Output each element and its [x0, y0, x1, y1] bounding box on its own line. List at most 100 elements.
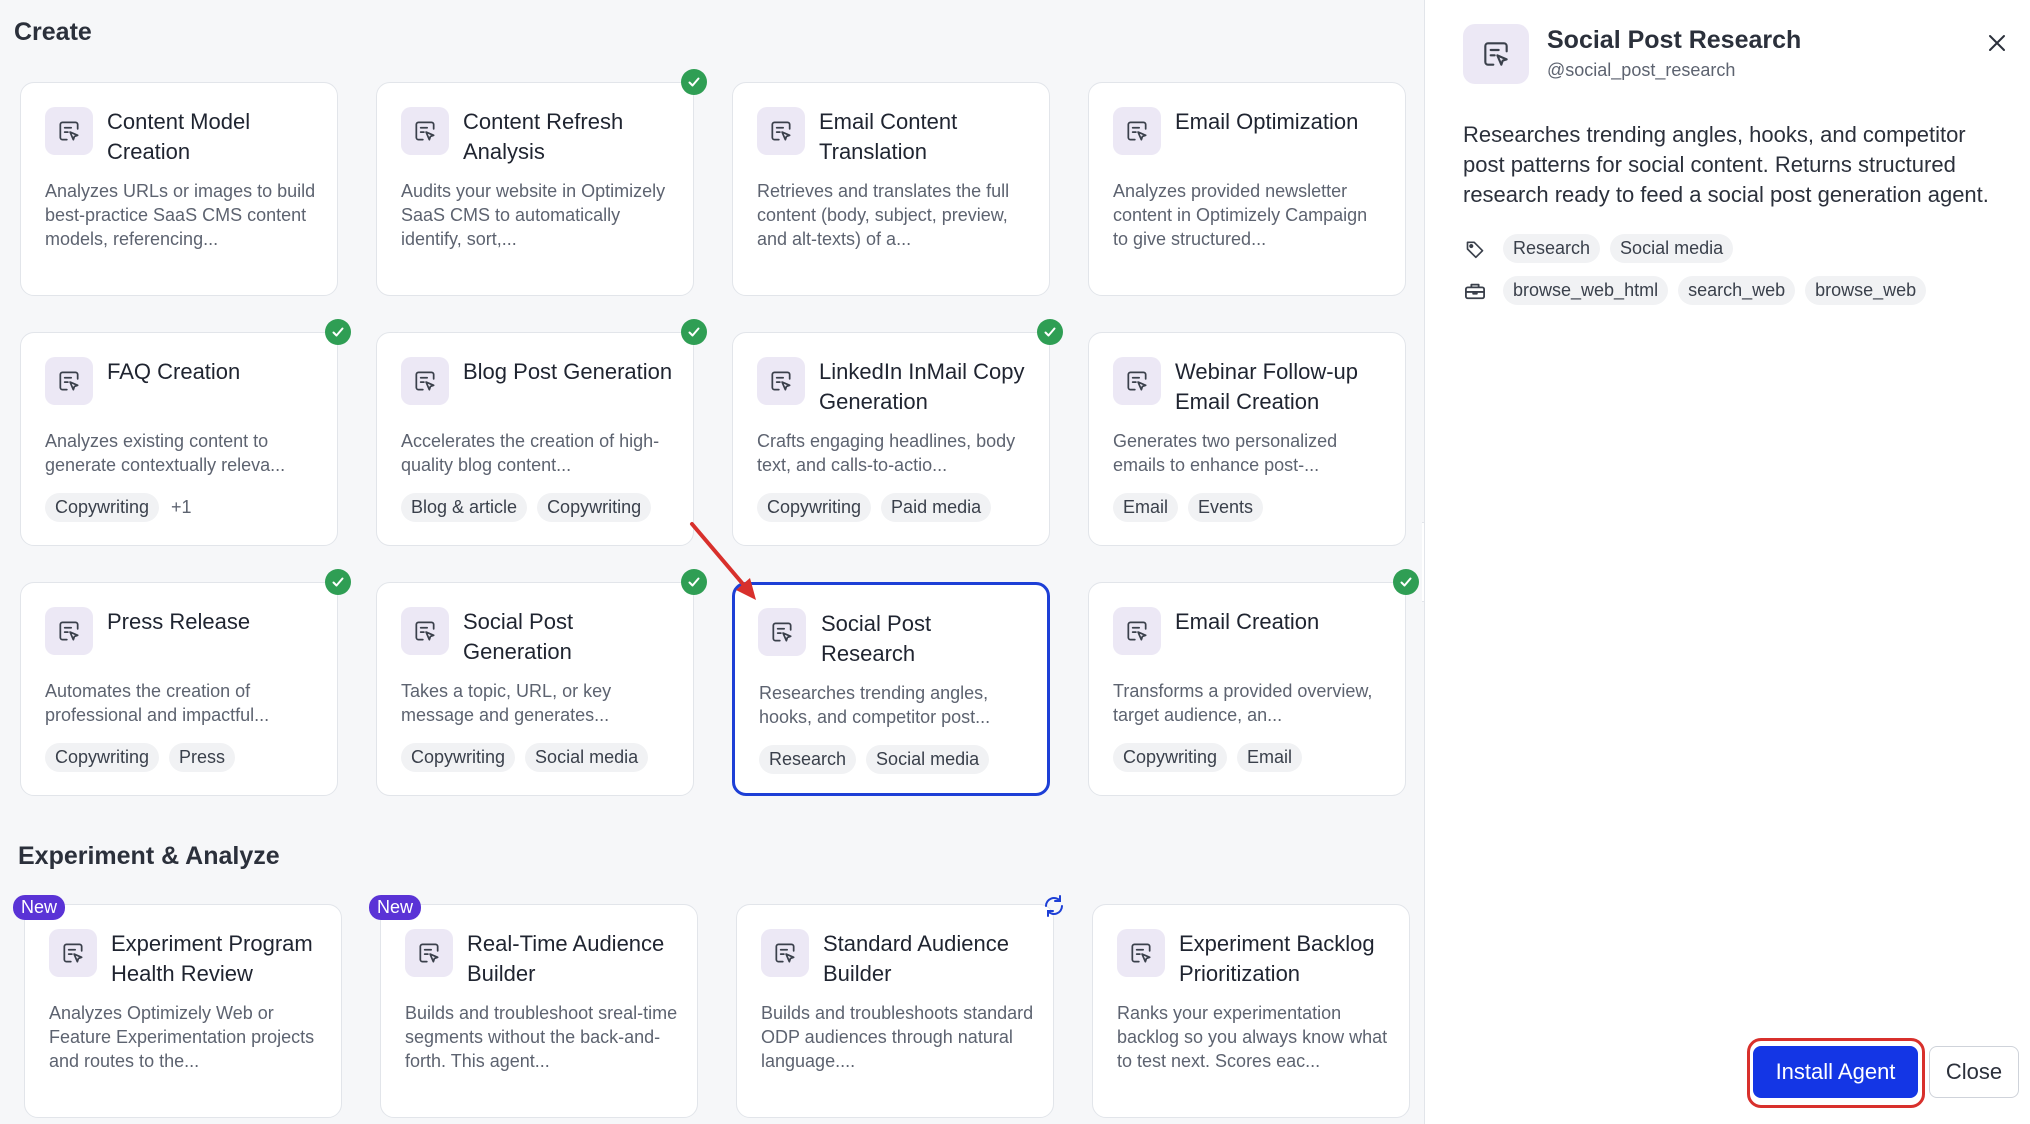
agent-icon — [49, 929, 97, 977]
close-icon[interactable] — [1982, 28, 2012, 58]
tag: Blog & article — [401, 493, 528, 522]
toolbox-icon — [1463, 279, 1487, 303]
agent-card[interactable]: Experiment Backlog Prioritization Ranks y… — [1092, 904, 1410, 1118]
tag-icon — [1463, 237, 1487, 261]
card-description: Analyzes URLs or images to build best-pr… — [45, 181, 316, 249]
card-title: Social Post Generation — [463, 609, 574, 664]
tag: Copywriting — [401, 743, 516, 772]
installed-check-icon — [681, 319, 707, 345]
refresh-icon[interactable] — [1039, 891, 1069, 921]
installed-check-icon — [1393, 569, 1419, 595]
card-title: Press Release — [107, 609, 251, 634]
agent-icon — [45, 357, 93, 405]
card-description: Retrieves and translates the full conten… — [757, 181, 1010, 249]
card-tags: Blog & article Copywriting — [401, 493, 652, 522]
card-description: Builds and troubleshoot sreal-time segme… — [405, 1003, 678, 1071]
agent-icon — [1463, 24, 1529, 84]
card-description: Automates the creation of professional a… — [45, 681, 270, 725]
tag: Copywriting — [45, 493, 160, 522]
card-title: Blog Post Generation — [463, 359, 673, 384]
card-tags: Research Social media — [759, 745, 990, 774]
agent-card[interactable]: Content Refresh Analysis Audits your webs… — [376, 69, 707, 296]
panel-description: Researches trending angles, hooks, and c… — [1463, 122, 1989, 207]
close-button[interactable]: Close — [1929, 1046, 2019, 1098]
panel-title: Social Post Research — [1547, 26, 1802, 54]
agent-card[interactable]: Email Creation Transforms a provided over… — [1088, 569, 1419, 796]
agent-icon — [401, 107, 449, 155]
card-title: Email Optimization — [1175, 109, 1359, 134]
card-description: Takes a topic, URL, or key message and g… — [401, 681, 612, 725]
agent-catalog: Create Content Model Creation Analyzes UR… — [0, 0, 1420, 1124]
agent-icon — [1113, 107, 1161, 155]
agent-card[interactable]: Blog Post Generation Accelerates the crea… — [376, 319, 707, 546]
card-title: LinkedIn InMail Copy Generation — [819, 359, 1025, 414]
agent-card[interactable]: Social Post Research Researches trending … — [732, 582, 1050, 796]
annotation-arrow — [690, 522, 756, 600]
agent-card[interactable]: Real-Time Audience Builder Builds and tro… — [369, 895, 698, 1118]
card-tags: Copywriting Email — [1113, 743, 1303, 772]
agent-card[interactable]: FAQ Creation Analyzes existing content to… — [20, 319, 351, 546]
panel-handle: @social_post_research — [1547, 60, 1736, 80]
tag: Events — [1188, 493, 1264, 522]
agent-detail-panel: Social Post Research @social_post_resear… — [1424, 0, 2030, 1124]
panel-tool: search_web — [1678, 276, 1796, 305]
agent-card[interactable]: Social Post Generation Takes a topic, URL… — [376, 569, 707, 796]
card-title: Standard Audience Builder — [823, 931, 1009, 986]
card-title: Email Content Translation — [819, 109, 958, 164]
agent-card[interactable]: Standard Audience Builder Builds and trou… — [736, 895, 1063, 1118]
installed-check-icon — [1037, 319, 1063, 345]
tag: Email — [1237, 743, 1303, 772]
tag: Copywriting — [1113, 743, 1228, 772]
new-badge: New — [369, 895, 422, 920]
card-title: Content Refresh Analysis — [463, 109, 624, 164]
tag: Research — [759, 745, 857, 774]
card-title: Webinar Follow-up Email Creation — [1175, 359, 1359, 414]
tag: Copywriting — [45, 743, 160, 772]
panel-tag: Social media — [1610, 234, 1734, 263]
agent-icon — [757, 357, 805, 405]
agent-icon — [1117, 929, 1165, 977]
panel-tool: browse_web_html — [1503, 276, 1669, 305]
agent-card[interactable]: Press Release Automates the creation of p… — [20, 569, 351, 796]
agent-icon — [1113, 607, 1161, 655]
install-agent-button[interactable]: Install Agent — [1753, 1046, 1918, 1098]
card-tags: Copywriting Paid media — [757, 493, 992, 522]
card-description: Analyzes existing content to generate co… — [45, 431, 286, 475]
panel-tags-row: Research Social media — [1463, 234, 1734, 263]
panel-tool: browse_web — [1805, 276, 1927, 305]
card-tags: Copywriting +1 — [45, 493, 194, 522]
card-title: Real-Time Audience Builder — [467, 931, 665, 986]
agent-card[interactable]: Email Content Translation Retrieves and t… — [732, 82, 1050, 296]
card-title: Content Model Creation — [107, 109, 251, 164]
agent-card[interactable]: Email Optimization Analyzes provided news… — [1088, 82, 1406, 296]
card-title: Experiment Program Health Review — [111, 931, 313, 986]
card-description: Ranks your experimentation backlog so yo… — [1117, 1003, 1388, 1071]
installed-check-icon — [325, 319, 351, 345]
agent-icon — [45, 107, 93, 155]
agent-icon — [757, 607, 806, 656]
card-description: Analyzes provided newsletter content in … — [1113, 181, 1368, 249]
card-description: Accelerates the creation of high-quality… — [401, 431, 660, 475]
tag: Copywriting — [537, 493, 652, 522]
agent-card[interactable]: Experiment Program Health Review Analyzes… — [13, 895, 342, 1118]
card-tags: Email Events — [1113, 493, 1264, 522]
tag: Paid media — [881, 493, 992, 522]
section-title-create: Create — [14, 18, 92, 46]
card-description: Audits your website in Optimizely SaaS C… — [401, 181, 666, 249]
agent-card[interactable]: Content Model Creation Analyzes URLs or i… — [20, 82, 338, 296]
tag: Social media — [525, 743, 649, 772]
card-title: Social Post Research — [821, 611, 932, 666]
card-description: Builds and troubleshoots standard ODP au… — [761, 1003, 1034, 1071]
installed-check-icon — [325, 569, 351, 595]
agent-card[interactable]: Webinar Follow-up Email Creation Generate… — [1088, 332, 1406, 546]
card-tags: Copywriting Social media — [401, 743, 649, 772]
agent-icon — [45, 607, 93, 655]
card-title: FAQ Creation — [107, 359, 241, 384]
more-tags-count: +1 — [171, 497, 192, 517]
section-title-experiment: Experiment & Analyze — [18, 842, 280, 870]
card-description: Analyzes Optimizely Web or Feature Exper… — [49, 1003, 315, 1071]
agent-icon — [1113, 357, 1161, 405]
tag: Social media — [866, 745, 990, 774]
agent-icon — [405, 929, 453, 977]
card-tags: Copywriting Press — [45, 743, 236, 772]
